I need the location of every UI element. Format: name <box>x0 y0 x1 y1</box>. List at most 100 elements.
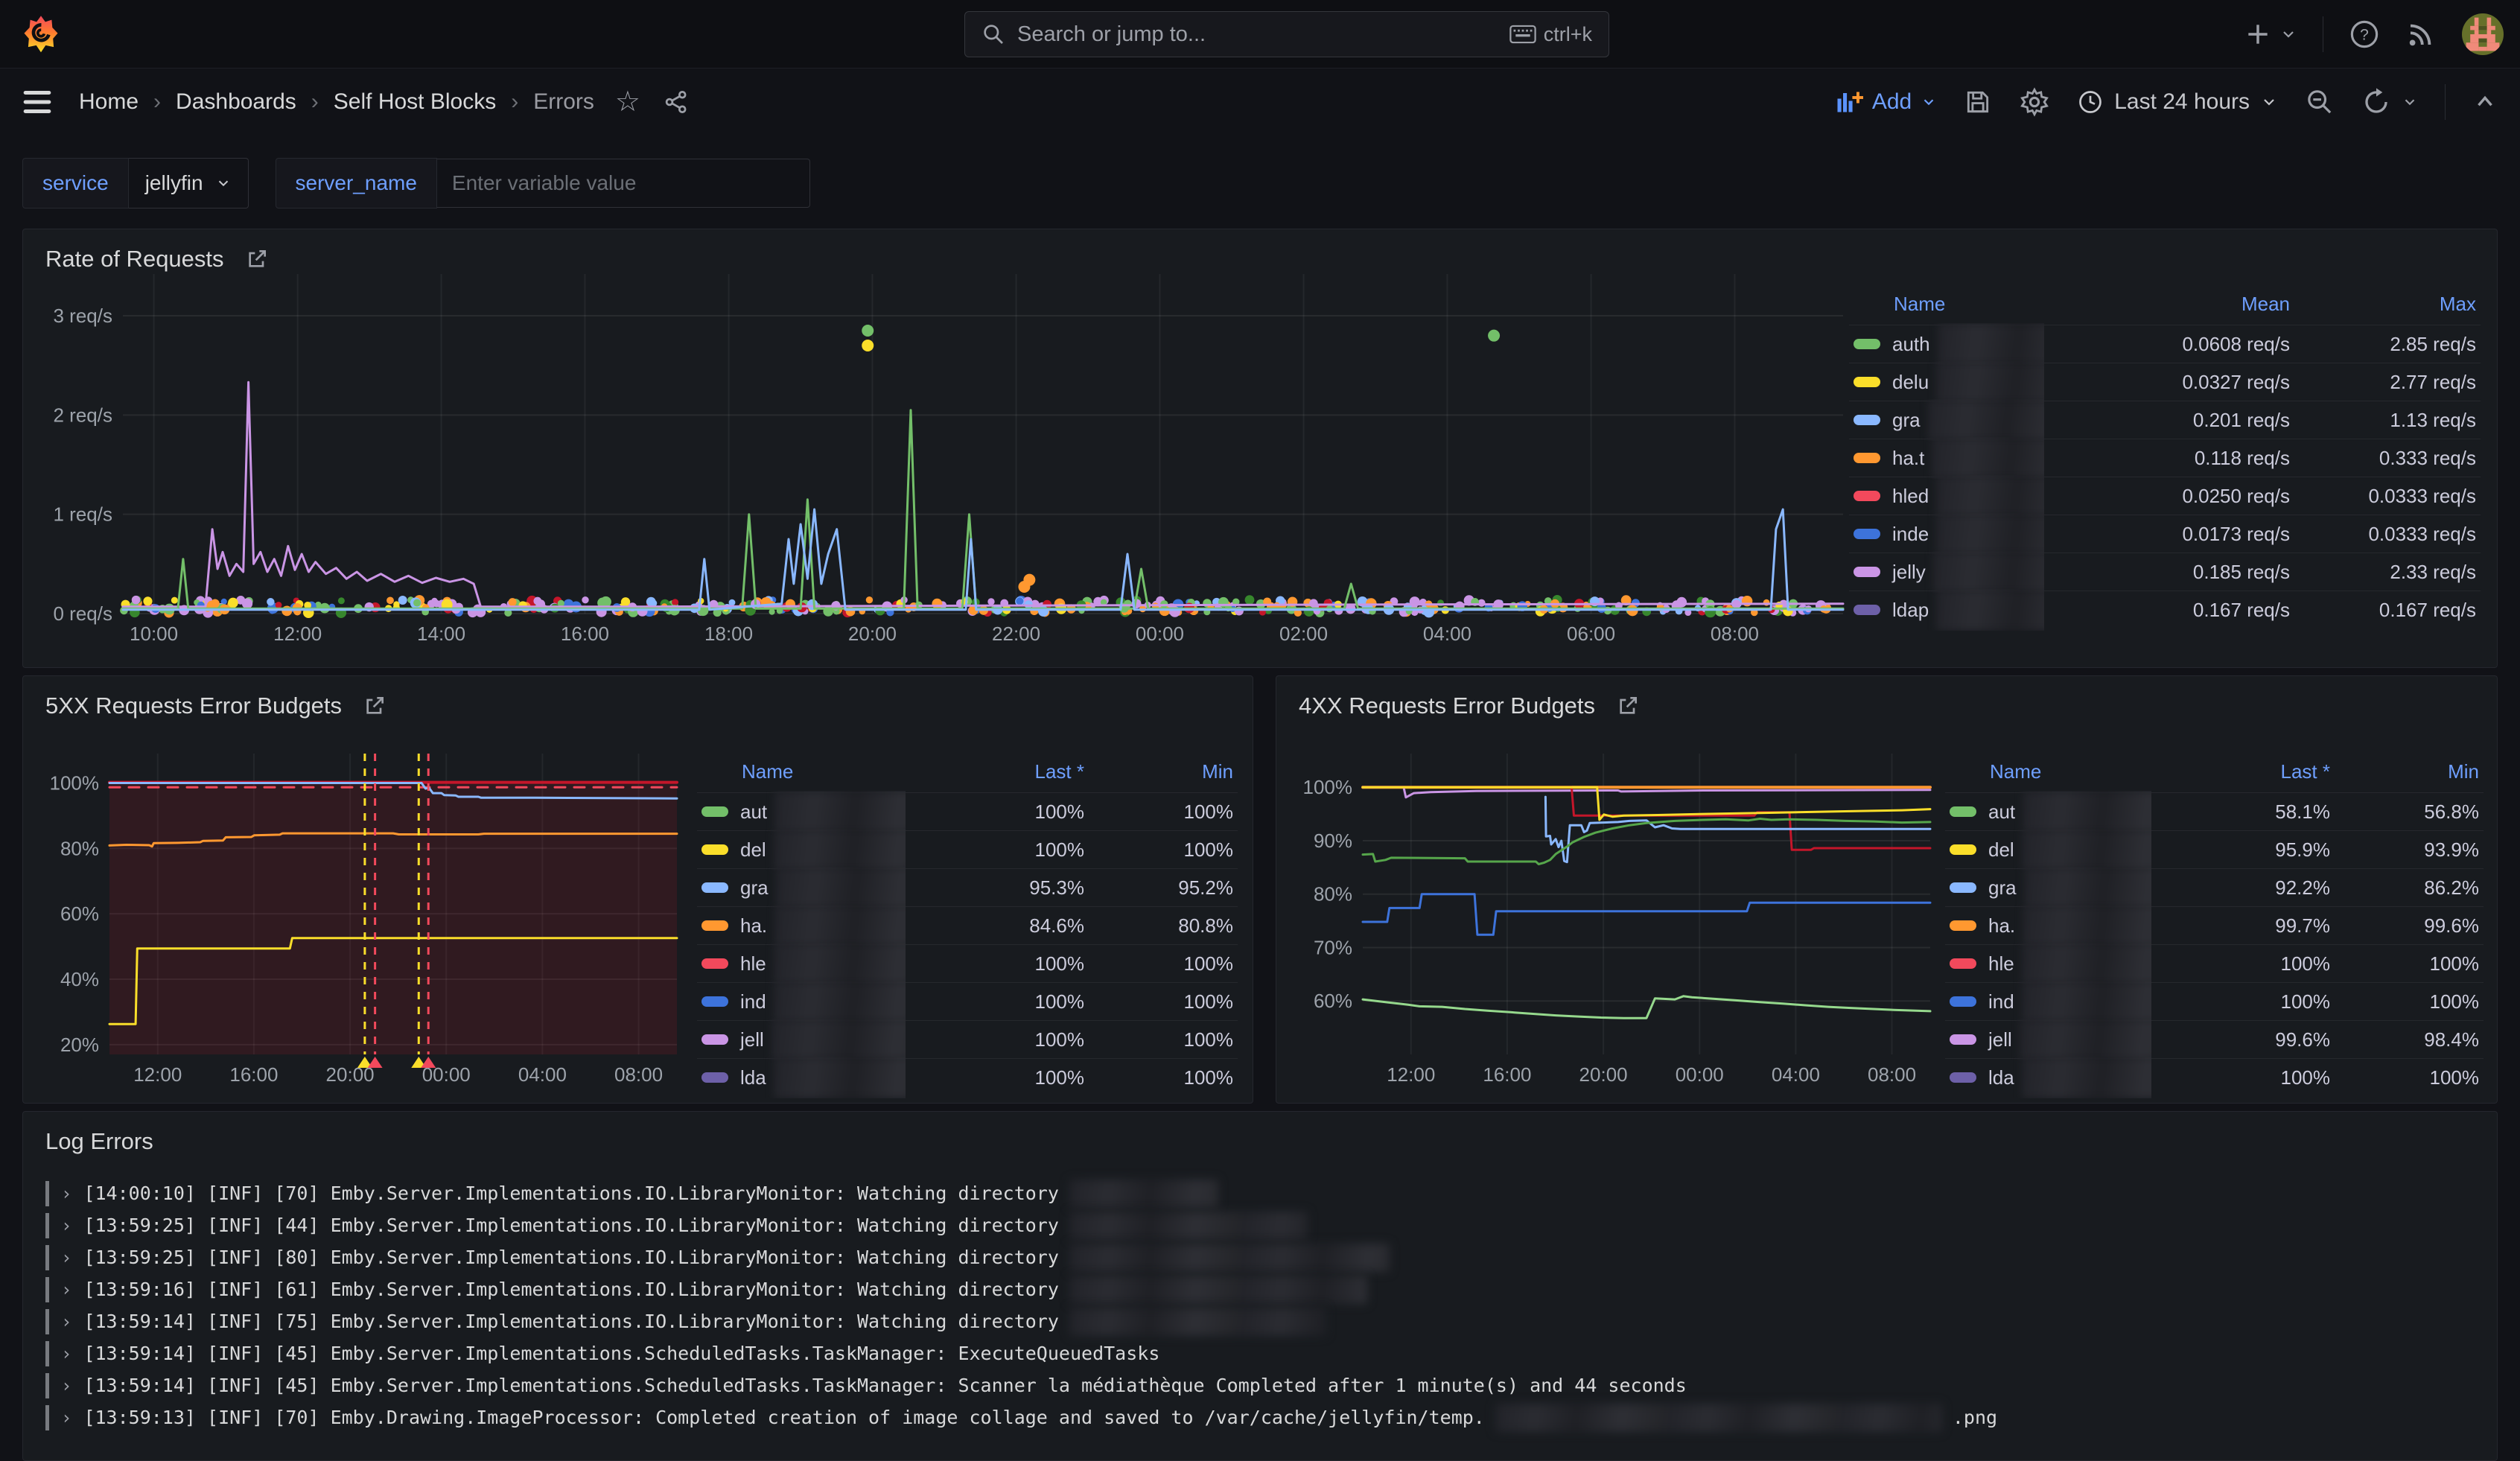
legend-series-name: del <box>740 838 766 862</box>
breadcrumb-item-self-host-blocks[interactable]: Self Host Blocks <box>334 89 496 115</box>
panel-title[interactable]: Rate of Requests <box>45 246 269 273</box>
legend-row[interactable]: hled0.0250 req/s0.0333 req/s <box>1849 477 2481 515</box>
legend-header-max[interactable]: Max <box>2290 293 2476 316</box>
refresh-icon <box>2361 87 2391 117</box>
legend-header-name[interactable]: Name <box>701 760 906 783</box>
legend-row[interactable]: ha.84.6%80.8% <box>697 906 1238 944</box>
expand-log-icon[interactable]: › <box>61 1247 71 1268</box>
x-axis-tick-label: 02:00 <box>1279 623 1328 645</box>
add-panel-button[interactable]: Add <box>1836 89 1937 115</box>
legend-header-name[interactable]: Name <box>1854 293 2044 316</box>
legend-row[interactable]: ind100%100% <box>1945 982 2484 1020</box>
variable-service-select[interactable]: jellyfin <box>129 158 249 209</box>
legend-series-swatch <box>701 920 728 931</box>
log-text: [13:59:16] [INF] [61] Emby.Server.Implem… <box>83 1279 1058 1300</box>
legend-row[interactable]: lda100%100% <box>697 1058 1238 1096</box>
new-button[interactable] <box>2244 20 2297 48</box>
legend-value: 100% <box>2151 990 2330 1013</box>
kiosk-mode-icon[interactable] <box>2472 89 2498 115</box>
expand-log-icon[interactable]: › <box>61 1407 71 1428</box>
save-dashboard-icon[interactable] <box>1964 88 1992 116</box>
legend-row[interactable]: aut100%100% <box>697 792 1238 830</box>
log-level-bar <box>45 1373 49 1398</box>
chevron-down-icon <box>2279 25 2297 43</box>
y-axis-tick-label: 40% <box>60 968 99 990</box>
legend-row[interactable]: ind100%100% <box>697 982 1238 1020</box>
redacted-series-name <box>2022 943 2151 984</box>
legend-value: 100% <box>1084 1028 1233 1051</box>
log-text: [13:59:25] [INF] [44] Emby.Server.Implem… <box>83 1215 1058 1236</box>
legend-row[interactable]: jelly0.185 req/s2.33 req/s <box>1849 553 2481 591</box>
help-button[interactable]: ? <box>2349 19 2380 50</box>
grafana-logo-icon[interactable] <box>21 13 61 55</box>
legend-row[interactable]: ha.t0.118 req/s0.333 req/s <box>1849 439 2481 477</box>
legend-header-last[interactable]: Last * <box>906 760 1084 783</box>
legend-row[interactable]: hle100%100% <box>1945 944 2484 982</box>
legend-value: 100% <box>1084 990 1233 1013</box>
news-button[interactable] <box>2405 19 2437 50</box>
zoom-out-time-icon[interactable] <box>2305 87 2335 117</box>
error-budget-4xx-chart: 12:0016:0020:0000:0004:0008:0060%70%80%9… <box>1285 754 1938 1094</box>
legend-row[interactable]: auth0.0608 req/s2.85 req/s <box>1849 325 2481 363</box>
legend-row[interactable]: jell99.6%98.4% <box>1945 1020 2484 1058</box>
legend-row[interactable]: jell100%100% <box>697 1020 1238 1058</box>
share-icon[interactable] <box>663 89 690 115</box>
legend-value: 99.6% <box>2330 914 2479 938</box>
log-line[interactable]: ›[13:59:13] [INF] [70] Emby.Drawing.Imag… <box>45 1401 2475 1433</box>
legend-row[interactable]: gra0.201 req/s1.13 req/s <box>1849 401 2481 439</box>
legend-header-last[interactable]: Last * <box>2151 760 2330 783</box>
legend-series-name: lda <box>740 1066 766 1089</box>
panel-title[interactable]: Log Errors <box>45 1128 153 1155</box>
favorite-star-icon[interactable]: ☆ <box>615 85 640 118</box>
menu-toggle-icon[interactable] <box>22 89 52 115</box>
legend-row[interactable]: aut58.1%56.8% <box>1945 792 2484 830</box>
y-axis-tick-label: 0 req/s <box>54 602 113 625</box>
expand-log-icon[interactable]: › <box>61 1279 71 1300</box>
expand-log-icon[interactable]: › <box>61 1343 71 1364</box>
legend-header-name[interactable]: Name <box>1950 760 2151 783</box>
legend-row[interactable]: gra92.2%86.2% <box>1945 868 2484 906</box>
expand-log-icon[interactable]: › <box>61 1183 71 1204</box>
legend-header-mean[interactable]: Mean <box>2044 293 2290 316</box>
log-line[interactable]: ›[14:00:10] [INF] [70] Emby.Server.Imple… <box>45 1177 2475 1209</box>
chevron-down-icon <box>2260 93 2278 111</box>
expand-log-icon[interactable]: › <box>61 1215 71 1236</box>
legend-header-min[interactable]: Min <box>1084 760 1233 783</box>
annotation-marker-icon[interactable] <box>368 1057 383 1068</box>
legend-row[interactable]: del100%100% <box>697 830 1238 868</box>
external-link-icon[interactable] <box>1616 694 1640 718</box>
legend-row[interactable]: delu0.0327 req/s2.77 req/s <box>1849 363 2481 401</box>
external-link-icon[interactable] <box>245 247 269 271</box>
user-avatar[interactable] <box>2462 13 2504 55</box>
legend-header-min[interactable]: Min <box>2330 760 2479 783</box>
expand-log-icon[interactable]: › <box>61 1311 71 1332</box>
search-shortcut: ctrl+k <box>1509 23 1592 46</box>
annotation-marker-icon[interactable] <box>421 1057 436 1068</box>
legend-row[interactable]: ha.99.7%99.6% <box>1945 906 2484 944</box>
panel-title[interactable]: 4XX Requests Error Budgets <box>1299 693 1640 719</box>
breadcrumb-item-home[interactable]: Home <box>79 89 139 115</box>
legend-row[interactable]: hle100%100% <box>697 944 1238 982</box>
legend-value: 100% <box>2330 990 2479 1013</box>
log-line[interactable]: ›[13:59:14] [INF] [75] Emby.Server.Imple… <box>45 1305 2475 1337</box>
log-line[interactable]: › [13:59:16] [INF] [61] Emby.Server.Imple… <box>45 1273 2475 1305</box>
panel-title[interactable]: 5XX Requests Error Budgets <box>45 693 386 719</box>
legend-series-swatch <box>701 996 728 1007</box>
time-range-picker[interactable]: Last 24 hours <box>2077 89 2278 115</box>
log-line[interactable]: ›[13:59:14] [INF] [45] Emby.Server.Imple… <box>45 1369 2475 1401</box>
variable-server-name-input[interactable] <box>437 159 810 208</box>
legend-row[interactable]: gra95.3%95.2% <box>697 868 1238 906</box>
breadcrumb-item-dashboards[interactable]: Dashboards <box>176 89 296 115</box>
log-line[interactable]: › [13:59:25] [INF] [44] Emby.Server.Imple… <box>45 1209 2475 1241</box>
legend-row[interactable]: inde0.0173 req/s0.0333 req/s <box>1849 515 2481 553</box>
legend-row[interactable]: del95.9%93.9% <box>1945 830 2484 868</box>
dashboard-settings-icon[interactable] <box>2019 86 2050 118</box>
expand-log-icon[interactable]: › <box>61 1375 71 1396</box>
legend-row[interactable]: lda100%100% <box>1945 1058 2484 1096</box>
external-link-icon[interactable] <box>363 694 386 718</box>
legend-row[interactable]: ldap0.167 req/s0.167 req/s <box>1849 591 2481 628</box>
search-input[interactable]: Search or jump to... ctrl+k <box>964 11 1609 57</box>
refresh-button[interactable] <box>2361 87 2418 117</box>
log-line[interactable]: ›[13:59:14] [INF] [45] Emby.Server.Imple… <box>45 1337 2475 1369</box>
log-line[interactable]: ›[13:59:25] [INF] [80] Emby.Server.Imple… <box>45 1241 2475 1273</box>
